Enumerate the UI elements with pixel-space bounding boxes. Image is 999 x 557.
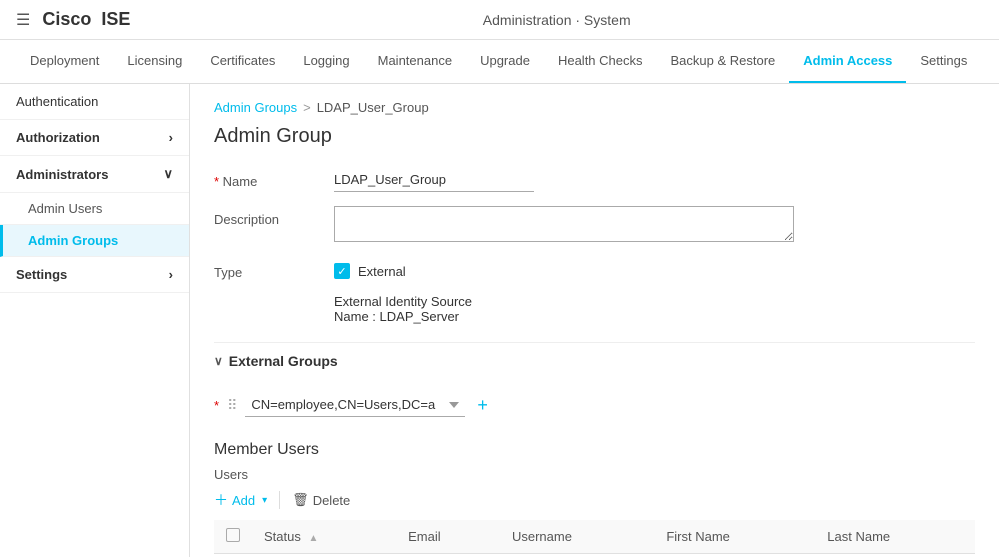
breadcrumb: Admin Groups > LDAP_User_Group: [214, 100, 975, 115]
external-groups-header: ∨ External Groups: [214, 342, 975, 375]
col-first-name: First Name: [654, 520, 815, 554]
description-control: [334, 206, 975, 245]
users-label: Users: [214, 467, 975, 482]
description-row: Description: [214, 206, 975, 245]
type-control: External: [334, 259, 975, 279]
member-users-title: Member Users: [214, 441, 975, 459]
select-all-checkbox[interactable]: [226, 528, 240, 542]
col-last-name: Last Name: [815, 520, 975, 554]
sidebar-administrators-label: Administrators: [16, 167, 108, 182]
table-header-row: Status ▲ Email Username First Name: [214, 520, 975, 554]
sidebar-authorization-label: Authorization: [16, 130, 100, 145]
type-label: Type: [214, 259, 334, 280]
external-checkbox[interactable]: [334, 263, 350, 279]
nav-logging[interactable]: Logging: [289, 40, 363, 84]
type-row: Type External: [214, 259, 975, 280]
col-username: Username: [500, 520, 654, 554]
col-status: Status ▲: [252, 520, 396, 554]
sidebar-settings-label: Settings: [16, 267, 67, 282]
sidebar-item-admin-users[interactable]: Admin Users: [0, 193, 189, 225]
nav-maintenance[interactable]: Maintenance: [364, 40, 466, 84]
sort-status-icon[interactable]: ▲: [308, 533, 318, 544]
toolbar-separator: [279, 491, 280, 509]
app-title: Administration · System: [130, 12, 983, 28]
col-checkbox: [214, 520, 252, 554]
drag-handle-icon[interactable]: ⠿: [227, 397, 237, 414]
users-table: Status ▲ Email Username First Name: [214, 520, 975, 557]
external-group-dropdown[interactable]: CN=employee,CN=Users,DC=a CN=admin,CN=Us…: [245, 393, 465, 417]
nav-admin-access[interactable]: Admin Access: [789, 40, 906, 84]
col-last-name-label: Last Name: [827, 529, 890, 544]
breadcrumb-separator: >: [303, 100, 311, 115]
nav-backup-restore[interactable]: Backup & Restore: [657, 40, 790, 84]
chevron-down-icon: ∨: [163, 166, 173, 182]
description-label: Description: [214, 206, 334, 227]
sidebar-group-authorization[interactable]: Authorization ›: [0, 120, 189, 156]
layout: Authentication Authorization › Administr…: [0, 84, 999, 557]
col-username-label: Username: [512, 529, 572, 544]
required-indicator: *: [214, 398, 219, 413]
delete-label: Delete: [313, 493, 351, 508]
external-groups-title: External Groups: [229, 353, 338, 369]
nav-deployment[interactable]: Deployment: [16, 40, 113, 84]
external-groups-row: * ⠿ CN=employee,CN=Users,DC=a CN=admin,C…: [214, 387, 975, 423]
sidebar-group-settings[interactable]: Settings ›: [0, 257, 189, 293]
external-label: External: [358, 264, 406, 279]
col-email-label: Email: [408, 529, 441, 544]
sidebar-item-admin-groups[interactable]: Admin Groups: [0, 225, 189, 257]
name-input[interactable]: [334, 168, 534, 192]
identity-name-label: Name :: [334, 309, 376, 324]
chevron-right-settings-icon: ›: [169, 267, 173, 282]
cisco-logo: Cisco ISE: [42, 9, 130, 30]
sidebar: Authentication Authorization › Administr…: [0, 84, 190, 557]
name-label: Name: [214, 168, 334, 189]
description-input[interactable]: [334, 206, 794, 242]
no-data-cell: No data available: [214, 554, 975, 557]
name-control: [334, 168, 975, 192]
plus-icon: ＋: [214, 490, 228, 510]
nav-upgrade[interactable]: Upgrade: [466, 40, 544, 84]
nav-health-checks[interactable]: Health Checks: [544, 40, 657, 84]
identity-name-value: LDAP_Server: [380, 309, 459, 324]
identity-source-label: External Identity Source: [334, 294, 472, 309]
add-label: Add: [232, 493, 255, 508]
delete-user-button[interactable]: 🗑 Delete: [292, 492, 350, 508]
member-users-section: Member Users Users ＋ Add ▾ 🗑 Delete: [214, 441, 975, 557]
col-first-name-label: First Name: [666, 529, 730, 544]
nav-bar: Deployment Licensing Certificates Loggin…: [0, 40, 999, 84]
top-bar: ☰ Cisco ISE Administration · System: [0, 0, 999, 40]
product-text: ISE: [101, 9, 130, 29]
sidebar-item-authentication[interactable]: Authentication: [0, 84, 189, 120]
add-user-button[interactable]: ＋ Add ▾: [214, 490, 267, 510]
cisco-text: Cisco: [42, 9, 91, 29]
no-data-row: No data available: [214, 554, 975, 557]
sidebar-group-administrators[interactable]: Administrators ∨: [0, 156, 189, 193]
add-dropdown-icon[interactable]: ▾: [262, 495, 267, 506]
chevron-right-icon: ›: [169, 130, 173, 145]
nav-settings[interactable]: Settings: [906, 40, 981, 84]
users-toolbar: ＋ Add ▾ 🗑 Delete: [214, 490, 975, 510]
collapse-external-groups-icon[interactable]: ∨: [214, 354, 223, 368]
col-status-label: Status: [264, 529, 301, 544]
page-title: Admin Group: [214, 125, 975, 148]
add-external-group-button[interactable]: +: [473, 396, 492, 414]
breadcrumb-parent-link[interactable]: Admin Groups: [214, 100, 297, 115]
col-email: Email: [396, 520, 500, 554]
hamburger-icon[interactable]: ☰: [16, 10, 30, 30]
breadcrumb-current: LDAP_User_Group: [317, 100, 429, 115]
nav-certificates[interactable]: Certificates: [196, 40, 289, 84]
main-content: Admin Groups > LDAP_User_Group Admin Gro…: [190, 84, 999, 557]
identity-source-info: External Identity Source Name : LDAP_Ser…: [334, 294, 975, 324]
trash-icon: 🗑: [292, 492, 309, 508]
nav-licensing[interactable]: Licensing: [113, 40, 196, 84]
name-row: Name: [214, 168, 975, 192]
